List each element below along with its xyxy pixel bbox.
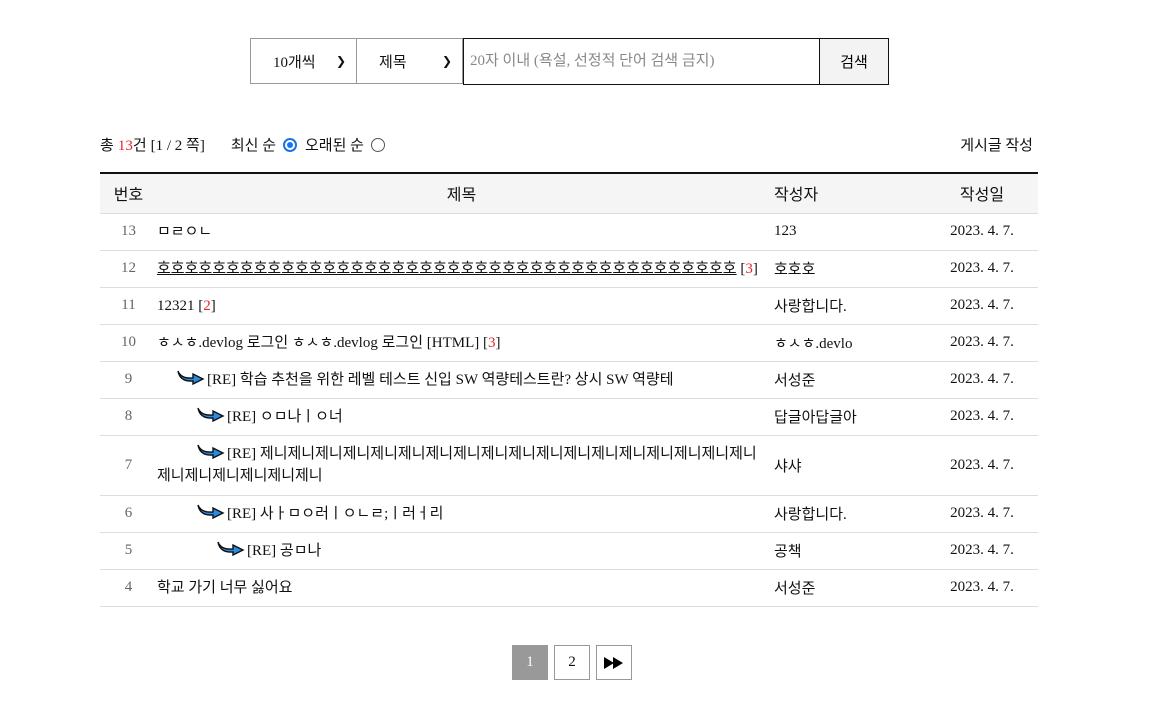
next-pages-button[interactable] (596, 645, 632, 680)
header-author: 작성자 (766, 173, 926, 214)
total-prefix: 총 (100, 138, 114, 154)
chevron-down-icon: ❯ (335, 54, 346, 68)
post-table: 번호 제목 작성자 작성일 13 ㅁㄹㅇㄴ 123 2023. 4. 7. 12 호호호호… (100, 172, 1038, 607)
post-number: 6 (100, 495, 157, 533)
sort-oldest-radio[interactable] (370, 137, 385, 152)
header-no: 번호 (100, 173, 157, 214)
table-row[interactable]: 10 ㅎㅅㅎ.devlog 로그인 ㅎㅅㅎ.devlog 로그인 [HTML] [… (100, 324, 1038, 362)
post-author: 샤샤 (766, 435, 926, 496)
search-input[interactable] (463, 38, 819, 85)
comment-count: [2] (198, 297, 216, 314)
post-number: 11 (100, 287, 157, 325)
post-author: 서성준 (766, 361, 926, 399)
reply-arrow-icon (217, 541, 245, 556)
comment-count: [3] (740, 260, 758, 277)
search-button[interactable]: 검색 (819, 38, 889, 85)
post-date: 2023. 4. 7. (926, 435, 1038, 496)
chevron-down-icon: ❯ (441, 54, 452, 68)
post-date: 2023. 4. 7. (926, 532, 1038, 570)
table-row[interactable]: 9 [RE] 학습 추천을 위한 레벨 테스트 신입 SW 역량테스트란? 상시 … (100, 361, 1038, 399)
table-row[interactable]: 4 학교 가기 너무 싫어요 서성준 2023. 4. 7. (100, 569, 1038, 607)
post-title-link[interactable]: [RE] 제니제니제니제니제니제니제니제니제니제니제니제니제니제니제니제니제니제… (157, 446, 757, 484)
sort-oldest-label: 오래된 순 (305, 138, 364, 154)
post-date: 2023. 4. 7. (926, 569, 1038, 607)
pagination: 1 2 (512, 645, 632, 680)
post-title-link[interactable]: 12321 (157, 298, 195, 314)
post-author: 123 (766, 213, 926, 251)
per-page-select[interactable]: 10개씩 ❯ (250, 38, 357, 84)
page-2-button[interactable]: 2 (554, 645, 590, 680)
post-title-link[interactable]: ㅁㄹㅇㄴ (157, 224, 212, 240)
post-number: 7 (100, 435, 157, 496)
reply-arrow-icon (197, 504, 225, 519)
comment-count: [3] (483, 334, 501, 351)
write-post-link[interactable]: 게시글 작성 (960, 134, 1033, 155)
table-row[interactable]: 7 [RE] 제니제니제니제니제니제니제니제니제니제니제니제니제니제니제니제니제니… (100, 435, 1038, 496)
post-number: 8 (100, 398, 157, 436)
post-date: 2023. 4. 7. (926, 287, 1038, 325)
total-suffix: 건 (132, 138, 147, 154)
search-field-value: 제목 (379, 54, 407, 71)
table-row[interactable]: 12 호호호호호호호호호호호호호호호호호호호호호호호호호호호호호호호호호호호호호호… (100, 250, 1038, 288)
header-date: 작성일 (926, 173, 1038, 214)
post-author: 사랑합니다. (766, 287, 926, 325)
table-header: 번호 제목 작성자 작성일 (100, 173, 1038, 214)
table-row[interactable]: 11 12321 [2] 사랑합니다. 2023. 4. 7. (100, 287, 1038, 325)
header-title: 제목 (157, 173, 766, 214)
per-page-value: 10개씩 (273, 54, 316, 71)
list-summary: 총 13건 [1 / 2 쪽] 최신 순 오래된 순 (100, 134, 385, 155)
post-author: 서성준 (766, 569, 926, 607)
post-number: 9 (100, 361, 157, 399)
post-title-link[interactable]: [RE] 공ㅁ나 (247, 543, 321, 559)
post-title-link[interactable]: [RE] 학습 추천을 위한 레벨 테스트 신입 SW 역량테스트란? 상시 S… (207, 372, 674, 388)
page-info: [1 / 2 쪽] (150, 138, 205, 154)
table-row[interactable]: 6 [RE] 사ㅏㅁㅇ러ㅣㅇㄴㄹ;ㅣ러ㅓ리 사랑합니다. 2023. 4. 7. (100, 495, 1038, 533)
table-row[interactable]: 8 [RE] ㅇㅁ나ㅣㅇ너 답글아답글아 2023. 4. 7. (100, 398, 1038, 436)
reply-arrow-icon (197, 407, 225, 422)
post-author: 답글아답글아 (766, 398, 926, 436)
post-title-link[interactable]: 호호호호호호호호호호호호호호호호호호호호호호호호호호호호호호호호호호호호호호호호… (157, 261, 737, 277)
post-date: 2023. 4. 7. (926, 213, 1038, 251)
post-number: 5 (100, 532, 157, 570)
post-date: 2023. 4. 7. (926, 398, 1038, 436)
post-author: 사랑합니다. (766, 495, 926, 533)
reply-arrow-icon (197, 444, 225, 459)
post-number: 12 (100, 250, 157, 288)
post-date: 2023. 4. 7. (926, 324, 1038, 362)
sort-newest-label: 최신 순 (230, 138, 276, 154)
search-field-select[interactable]: 제목 ❯ (357, 38, 463, 84)
post-number: 10 (100, 324, 157, 362)
post-number: 4 (100, 569, 157, 607)
post-date: 2023. 4. 7. (926, 361, 1038, 399)
post-number: 13 (100, 213, 157, 251)
post-author: 공책 (766, 532, 926, 570)
post-title-link[interactable]: [RE] ㅇㅁ나ㅣㅇ너 (227, 409, 343, 425)
post-date: 2023. 4. 7. (926, 495, 1038, 533)
post-title-link[interactable]: ㅎㅅㅎ.devlog 로그인 ㅎㅅㅎ.devlog 로그인 [HTML] (157, 335, 479, 351)
table-row[interactable]: 5 [RE] 공ㅁ나 공책 2023. 4. 7. (100, 532, 1038, 570)
sort-newest-radio[interactable] (283, 137, 297, 152)
post-author: ㅎㅅㅎ.devlo (766, 324, 926, 362)
total-count: 13 (117, 138, 133, 154)
reply-arrow-icon (177, 370, 205, 385)
page-1-button[interactable]: 1 (512, 645, 548, 680)
search-bar: 10개씩 ❯ 제목 ❯ 검색 (250, 38, 889, 85)
table-row[interactable]: 13 ㅁㄹㅇㄴ 123 2023. 4. 7. (100, 213, 1038, 251)
fast-forward-icon (604, 656, 623, 669)
post-author: 호호호 (766, 250, 926, 288)
post-date: 2023. 4. 7. (926, 250, 1038, 288)
post-title-link[interactable]: [RE] 사ㅏㅁㅇ러ㅣㅇㄴㄹ;ㅣ러ㅓ리 (227, 506, 443, 522)
post-title-link[interactable]: 학교 가기 너무 싫어요 (157, 580, 292, 596)
